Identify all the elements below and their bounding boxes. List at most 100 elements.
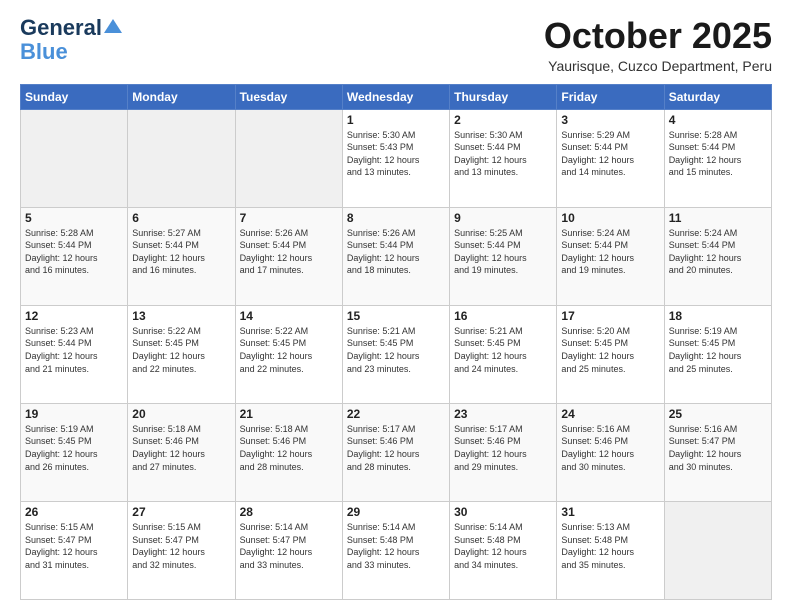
day-number: 3 — [561, 113, 659, 127]
calendar-cell: 6Sunrise: 5:27 AM Sunset: 5:44 PM Daylig… — [128, 207, 235, 305]
calendar-cell: 26 Sunrise: 5:15 AM Sunset: 5:47 PM Dayli… — [21, 501, 128, 599]
header: General Blue October 2025 Yaurisque, Cuz… — [20, 16, 772, 74]
day-number: 11 — [669, 211, 767, 225]
calendar-cell: 1Sunrise: 5:30 AM Sunset: 5:43 PM Daylig… — [342, 109, 449, 207]
day-info: Sunrise: 5:17 AM Sunset: 5:46 PM Dayligh… — [454, 423, 552, 473]
calendar-cell: 31Sunrise: 5:13 AM Sunset: 5:48 PM Dayli… — [557, 501, 664, 599]
day-number: 22 — [347, 407, 445, 421]
day-info: Sunrise: 5:19 AM Sunset: 5:45 PM Dayligh… — [25, 423, 123, 473]
day-info: Sunrise: 5:23 AM Sunset: 5:44 PM Dayligh… — [25, 325, 123, 375]
calendar-cell: 10 Sunrise: 5:24 AM Sunset: 5:44 PM Dayli… — [557, 207, 664, 305]
day-info: Sunrise: 5:21 AM Sunset: 5:45 PM Dayligh… — [347, 325, 445, 375]
calendar-week-3: 12 Sunrise: 5:23 AM Sunset: 5:44 PM Dayli… — [21, 305, 772, 403]
day-info: Sunrise: 5:15 AM Sunset: 5:47 PM Dayligh… — [132, 521, 230, 571]
logo: General Blue — [20, 16, 122, 64]
day-info: Sunrise: 5:25 AM Sunset: 5:44 PM Dayligh… — [454, 227, 552, 277]
day-number: 6 — [132, 211, 230, 225]
day-number: 20 — [132, 407, 230, 421]
day-info: Sunrise: 5:18 AM Sunset: 5:46 PM Dayligh… — [240, 423, 338, 473]
day-info: Sunrise: 5:22 AM Sunset: 5:45 PM Dayligh… — [240, 325, 338, 375]
day-number: 27 — [132, 505, 230, 519]
calendar-cell: 3 Sunrise: 5:29 AM Sunset: 5:44 PM Daylig… — [557, 109, 664, 207]
day-number: 10 — [561, 211, 659, 225]
calendar-cell: 16 Sunrise: 5:21 AM Sunset: 5:45 PM Dayli… — [450, 305, 557, 403]
title-area: October 2025 Yaurisque, Cuzco Department… — [544, 16, 772, 74]
day-number: 25 — [669, 407, 767, 421]
calendar-cell: 28Sunrise: 5:14 AM Sunset: 5:47 PM Dayli… — [235, 501, 342, 599]
calendar-cell: 19 Sunrise: 5:19 AM Sunset: 5:45 PM Dayli… — [21, 403, 128, 501]
logo-icon — [104, 17, 122, 35]
day-info: Sunrise: 5:17 AM Sunset: 5:46 PM Dayligh… — [347, 423, 445, 473]
calendar-cell: 18Sunrise: 5:19 AM Sunset: 5:45 PM Dayli… — [664, 305, 771, 403]
day-number: 14 — [240, 309, 338, 323]
calendar-cell: 8Sunrise: 5:26 AM Sunset: 5:44 PM Daylig… — [342, 207, 449, 305]
calendar-week-5: 26 Sunrise: 5:15 AM Sunset: 5:47 PM Dayli… — [21, 501, 772, 599]
day-number: 19 — [25, 407, 123, 421]
day-info: Sunrise: 5:30 AM Sunset: 5:44 PM Dayligh… — [454, 129, 552, 179]
day-number: 26 — [25, 505, 123, 519]
calendar-week-4: 19 Sunrise: 5:19 AM Sunset: 5:45 PM Dayli… — [21, 403, 772, 501]
day-info: Sunrise: 5:22 AM Sunset: 5:45 PM Dayligh… — [132, 325, 230, 375]
day-number: 24 — [561, 407, 659, 421]
calendar-cell: 13 Sunrise: 5:22 AM Sunset: 5:45 PM Dayli… — [128, 305, 235, 403]
day-number: 13 — [132, 309, 230, 323]
day-number: 1 — [347, 113, 445, 127]
day-info: Sunrise: 5:16 AM Sunset: 5:46 PM Dayligh… — [561, 423, 659, 473]
day-number: 7 — [240, 211, 338, 225]
calendar-cell: 11 Sunrise: 5:24 AM Sunset: 5:44 PM Dayli… — [664, 207, 771, 305]
calendar-cell: 15 Sunrise: 5:21 AM Sunset: 5:45 PM Dayli… — [342, 305, 449, 403]
location: Yaurisque, Cuzco Department, Peru — [544, 58, 772, 74]
day-info: Sunrise: 5:24 AM Sunset: 5:44 PM Dayligh… — [561, 227, 659, 277]
day-info: Sunrise: 5:14 AM Sunset: 5:48 PM Dayligh… — [454, 521, 552, 571]
calendar-cell — [235, 109, 342, 207]
weekday-header-tuesday: Tuesday — [235, 84, 342, 109]
calendar-week-2: 5 Sunrise: 5:28 AM Sunset: 5:44 PM Daylig… — [21, 207, 772, 305]
weekday-header-thursday: Thursday — [450, 84, 557, 109]
day-info: Sunrise: 5:24 AM Sunset: 5:44 PM Dayligh… — [669, 227, 767, 277]
calendar-cell: 24 Sunrise: 5:16 AM Sunset: 5:46 PM Dayli… — [557, 403, 664, 501]
calendar-cell: 30 Sunrise: 5:14 AM Sunset: 5:48 PM Dayli… — [450, 501, 557, 599]
calendar-cell — [664, 501, 771, 599]
month-title: October 2025 — [544, 16, 772, 56]
logo-text-general: General — [20, 16, 102, 40]
day-number: 29 — [347, 505, 445, 519]
calendar-table: SundayMondayTuesdayWednesdayThursdayFrid… — [20, 84, 772, 600]
day-number: 31 — [561, 505, 659, 519]
calendar-cell: 27 Sunrise: 5:15 AM Sunset: 5:47 PM Dayli… — [128, 501, 235, 599]
day-info: Sunrise: 5:28 AM Sunset: 5:44 PM Dayligh… — [25, 227, 123, 277]
day-info: Sunrise: 5:21 AM Sunset: 5:45 PM Dayligh… — [454, 325, 552, 375]
day-number: 28 — [240, 505, 338, 519]
day-number: 15 — [347, 309, 445, 323]
weekday-header-saturday: Saturday — [664, 84, 771, 109]
weekday-header-friday: Friday — [557, 84, 664, 109]
day-number: 17 — [561, 309, 659, 323]
calendar-cell: 14 Sunrise: 5:22 AM Sunset: 5:45 PM Dayli… — [235, 305, 342, 403]
day-number: 2 — [454, 113, 552, 127]
day-info: Sunrise: 5:28 AM Sunset: 5:44 PM Dayligh… — [669, 129, 767, 179]
calendar-cell: 25Sunrise: 5:16 AM Sunset: 5:47 PM Dayli… — [664, 403, 771, 501]
calendar-cell: 22 Sunrise: 5:17 AM Sunset: 5:46 PM Dayli… — [342, 403, 449, 501]
calendar-week-1: 1Sunrise: 5:30 AM Sunset: 5:43 PM Daylig… — [21, 109, 772, 207]
weekday-header-sunday: Sunday — [21, 84, 128, 109]
day-number: 8 — [347, 211, 445, 225]
calendar-cell: 12 Sunrise: 5:23 AM Sunset: 5:44 PM Dayli… — [21, 305, 128, 403]
calendar-cell — [128, 109, 235, 207]
day-number: 5 — [25, 211, 123, 225]
day-number: 23 — [454, 407, 552, 421]
day-number: 9 — [454, 211, 552, 225]
day-number: 12 — [25, 309, 123, 323]
day-number: 16 — [454, 309, 552, 323]
day-number: 30 — [454, 505, 552, 519]
day-info: Sunrise: 5:29 AM Sunset: 5:44 PM Dayligh… — [561, 129, 659, 179]
day-info: Sunrise: 5:15 AM Sunset: 5:47 PM Dayligh… — [25, 521, 123, 571]
day-number: 18 — [669, 309, 767, 323]
calendar-cell — [21, 109, 128, 207]
calendar-cell: 7Sunrise: 5:26 AM Sunset: 5:44 PM Daylig… — [235, 207, 342, 305]
calendar-cell: 23 Sunrise: 5:17 AM Sunset: 5:46 PM Dayli… — [450, 403, 557, 501]
weekday-header-monday: Monday — [128, 84, 235, 109]
calendar-cell: 29Sunrise: 5:14 AM Sunset: 5:48 PM Dayli… — [342, 501, 449, 599]
weekday-header-row: SundayMondayTuesdayWednesdayThursdayFrid… — [21, 84, 772, 109]
calendar-cell: 9 Sunrise: 5:25 AM Sunset: 5:44 PM Daylig… — [450, 207, 557, 305]
calendar-cell: 4Sunrise: 5:28 AM Sunset: 5:44 PM Daylig… — [664, 109, 771, 207]
page: General Blue October 2025 Yaurisque, Cuz… — [0, 0, 792, 612]
